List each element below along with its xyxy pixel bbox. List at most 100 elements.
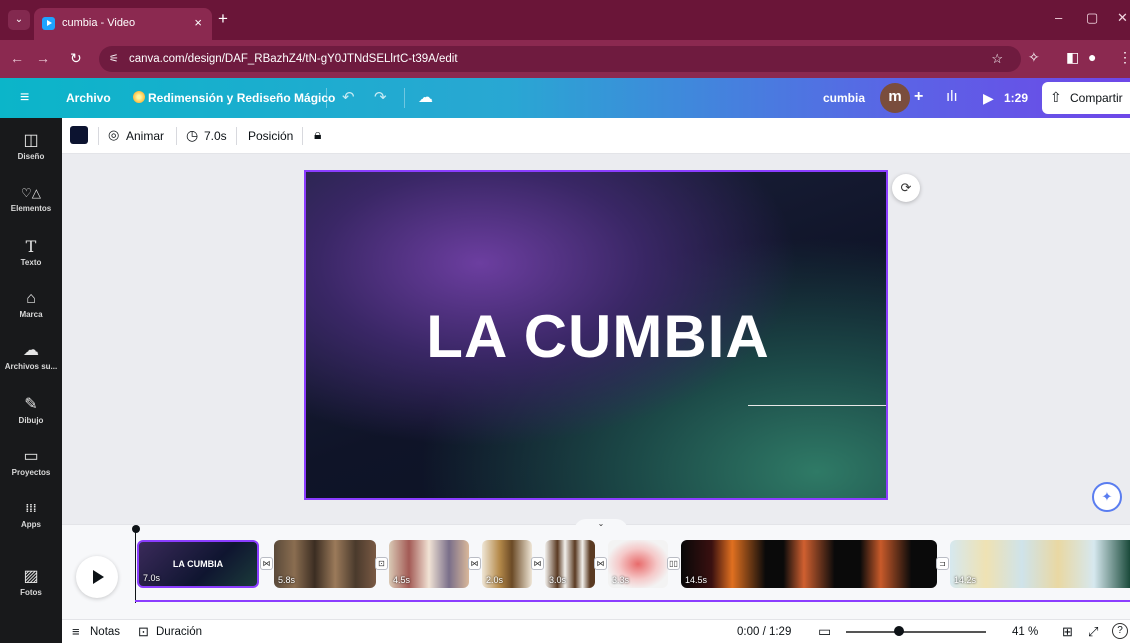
add-collaborator-icon[interactable]: + (914, 88, 923, 106)
cloud-save-icon[interactable]: ☁ (418, 88, 433, 106)
redo-icon[interactable]: ↷ (374, 88, 387, 106)
insights-chart-icon[interactable]: ılı (946, 88, 958, 105)
magic-assistant-icon[interactable]: ✦ (1092, 482, 1122, 512)
present-play-icon[interactable]: ▶ (983, 90, 994, 107)
play-button[interactable] (76, 556, 118, 598)
context-toolbar: ◎ Animar ◷ 7.0s Posición 🔒︎ (62, 118, 1130, 154)
archivo-menu[interactable]: Archivo (66, 91, 111, 105)
bookmark-star-icon[interactable]: ☆ (991, 51, 1003, 67)
grid-view-icon[interactable]: ⊞ (1062, 624, 1073, 640)
sidebar-item-elementos[interactable]: ♡△ Elementos (0, 184, 62, 213)
playhead-handle[interactable] (132, 525, 140, 533)
forward-icon[interactable]: → (36, 50, 50, 66)
canvas-area: LA CUMBIA ⟳ ✦ (62, 154, 1130, 524)
browser-tab[interactable]: cumbia - Video × (34, 8, 212, 40)
elements-icon: ♡△ (21, 186, 41, 200)
clock-icon: ◷ (186, 127, 199, 143)
tab-search-button[interactable]: ⌄ (8, 10, 30, 30)
tab-close-icon[interactable]: × (194, 15, 202, 30)
transition-icon[interactable]: ▯▯ (667, 557, 680, 570)
present-duration[interactable]: 1:29 (1004, 91, 1028, 105)
clip-2[interactable]: 5.8s (274, 540, 376, 588)
main-menu-icon[interactable]: ≡ (20, 89, 29, 107)
clip-5[interactable]: 3.0s (545, 540, 595, 588)
clip-6[interactable]: 3.3s (608, 540, 668, 588)
extensions-icon[interactable]: ✧ (1028, 49, 1040, 66)
slide-title[interactable]: LA CUMBIA (306, 302, 886, 371)
folder-icon: ▭ (23, 448, 39, 465)
transition-icon[interactable]: ⋈ (594, 557, 607, 570)
slide-canvas[interactable]: LA CUMBIA (304, 170, 888, 500)
clip-duration: 14.5s (685, 575, 708, 585)
sidebar-item-fotos[interactable]: ▨ Fotos (0, 568, 62, 597)
sidebar-item-label: Fotos (20, 588, 42, 597)
maximize-icon[interactable]: ▢ (1086, 10, 1098, 26)
animate-button[interactable]: Animar (126, 129, 164, 143)
tab-title: cumbia - Video (62, 17, 136, 29)
clip-1[interactable]: LA CUMBIA 7.0s (137, 540, 259, 588)
transition-icon[interactable]: ⋈ (260, 557, 273, 570)
zoom-level[interactable]: 41 % (1012, 626, 1038, 638)
clip-duration: 5.8s (278, 575, 296, 585)
sidebar-item-label: Elementos (10, 204, 52, 213)
comment-icon[interactable]: ⟳ (892, 174, 920, 202)
transition-icon[interactable]: ⊡ (375, 557, 388, 570)
clip-8[interactable]: 14.2s (950, 540, 1130, 588)
audio-track-line[interactable] (135, 600, 1130, 602)
page-view-icon[interactable]: ▭ (818, 623, 831, 640)
design-name[interactable]: cumbia (823, 91, 865, 105)
transition-icon[interactable]: ⋈ (531, 557, 544, 570)
brand-icon: ⌂ (26, 290, 36, 307)
slide-decor-line[interactable] (748, 405, 886, 406)
minimize-icon[interactable]: – (1055, 10, 1062, 25)
transition-icon[interactable]: ⊐ (936, 557, 949, 570)
close-window-icon[interactable]: ✕ (1117, 10, 1128, 26)
sidepanel-icon[interactable]: ◧ (1066, 49, 1079, 66)
notes-button[interactable]: Notas (90, 626, 120, 638)
new-tab-icon[interactable]: + (218, 9, 228, 29)
background-color-swatch[interactable] (70, 126, 88, 144)
back-icon[interactable]: ← (10, 50, 24, 66)
undo-icon[interactable]: ↶ (342, 88, 355, 106)
clip-3[interactable]: 4.5s (389, 540, 469, 588)
text-icon: T (25, 237, 37, 256)
clip-duration: 2.0s (486, 575, 504, 585)
collapse-timeline-icon[interactable]: ⌄ (574, 519, 628, 531)
sidebar-item-label: Marca (19, 310, 43, 319)
chrome-menu-icon[interactable]: ⋮ (1118, 49, 1130, 66)
sidebar-item-archivos[interactable]: ☁ Archivos su... (0, 342, 62, 371)
time-readout: 0:00 / 1:29 (737, 626, 792, 638)
clip-duration: 3.3s (612, 575, 630, 585)
clip-7[interactable]: 14.5s (681, 540, 937, 588)
sidebar-item-apps[interactable]: ⁞⁞⁞ Apps (0, 500, 62, 529)
sidebar-item-diseno[interactable]: ◫ Diseño (0, 132, 62, 161)
sidebar-item-proyectos[interactable]: ▭ Proyectos (0, 448, 62, 477)
notes-icon: ≡ (72, 624, 80, 639)
lock-icon[interactable]: 🔒︎ (314, 126, 321, 143)
sidebar-item-texto[interactable]: T Texto (0, 237, 62, 268)
zoom-slider-handle[interactable] (894, 626, 904, 636)
duration-button[interactable]: Duración (156, 626, 202, 638)
zoom-slider[interactable] (846, 631, 986, 633)
share-button[interactable]: ⇧ Compartir (1042, 82, 1130, 114)
clip-track: LA CUMBIA 7.0s ⋈ 5.8s ⊡ 4.5s ⋈ 2.0s ⋈ 3.… (135, 540, 1130, 588)
help-icon[interactable]: ? (1112, 623, 1128, 639)
toolbar-divider (98, 127, 99, 145)
site-settings-icon[interactable]: ⚟ (109, 52, 119, 65)
avatar[interactable]: m (880, 83, 910, 113)
transition-icon[interactable]: ⋈ (468, 557, 481, 570)
sidebar-item-dibujo[interactable]: ✎ Dibujo (0, 396, 62, 425)
position-button[interactable]: Posición (248, 129, 293, 143)
profile-icon[interactable]: ● (1088, 49, 1096, 65)
timing-button[interactable]: 7.0s (204, 129, 227, 143)
fullscreen-icon[interactable]: ⤢ (1088, 624, 1098, 640)
magic-resize-icon (133, 91, 145, 103)
clip-4[interactable]: 2.0s (482, 540, 532, 588)
magic-resize-button[interactable]: Redimensión y Rediseño Mágico (148, 91, 335, 105)
clip-duration: 14.2s (954, 575, 977, 585)
address-bar[interactable]: ⚟ canva.com/design/DAF_RBazhZ4/tN-gY0JTN… (99, 46, 1021, 72)
sidebar-item-marca[interactable]: ⌂ Marca (0, 290, 62, 319)
reload-icon[interactable]: ↻ (70, 50, 82, 67)
share-label: Compartir (1070, 91, 1123, 105)
sidebar-item-label: Archivos su... (4, 362, 58, 371)
